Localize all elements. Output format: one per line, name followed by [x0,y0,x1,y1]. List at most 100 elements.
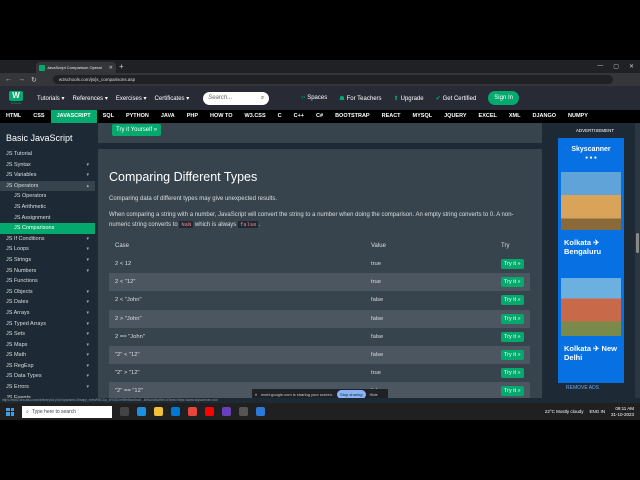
sidebar-item[interactable]: JS Loops ▾ [0,244,95,255]
teachers-link[interactable]: ☗ For Teachers [339,95,381,102]
back-icon[interactable]: ← [5,76,12,83]
task-view-icon[interactable] [120,407,129,416]
subject-w3-css[interactable]: W3.CSS [239,110,272,123]
sidebar-item[interactable]: JS Operators ▴ [0,180,95,192]
sidebar-item[interactable]: JS Variables ▾ [0,170,95,181]
minimize-icon[interactable]: — [597,63,603,70]
sidebar-item[interactable]: JS Objects ▾ [0,287,95,298]
sidebar-item[interactable]: JS Operators [0,191,95,202]
try-it-button[interactable]: Try it » [501,259,524,270]
language[interactable]: ENG IN [589,409,605,414]
sidebar-item[interactable]: JS Functions [0,276,95,287]
mail-icon[interactable] [171,407,180,416]
try-it-button[interactable]: Try it » [501,331,524,342]
app-icon[interactable] [222,407,231,416]
edge-icon[interactable] [137,407,146,416]
skyscanner-ad[interactable]: Skyscanner ● ● ● Kolkata ✈ Bengaluru Kol… [558,138,624,383]
subject-c-[interactable]: C++ [288,110,310,123]
subject-django[interactable]: DJANGO [527,110,563,123]
subject-bar: HTML CSS JAVASCRIPT SQL PYTHON JAVA PHP HOW TO W… [0,110,640,123]
chrome-icon[interactable] [188,407,197,416]
subject-react[interactable]: REACT [376,110,407,123]
upgrade-link[interactable]: ⬆ Upgrade [394,95,424,102]
taskbar-search[interactable]: ⌕ Type here to search [22,405,112,418]
menu-certificates[interactable]: Certificates ▾ [155,95,190,102]
try-cell: Try it » [495,309,530,328]
menu-references[interactable]: References ▾ [72,95,107,102]
sidebar-item[interactable]: JS Maps ▾ [0,340,95,351]
sidebar-item[interactable]: JS Data Types ▾ [0,371,95,382]
sidebar-item[interactable]: JS Arrays ▾ [0,308,95,319]
try-it-button[interactable]: Try it » [501,277,524,288]
subject-sql[interactable]: SQL [97,110,120,123]
sidebar-item[interactable]: JS Sets ▾ [0,329,95,340]
sidebar-item[interactable]: JS Dates ▾ [0,297,95,308]
spaces-link[interactable]: ‹› Spaces [301,95,327,102]
try-it-button[interactable]: Try it » [501,350,524,361]
youtube-icon[interactable] [205,407,214,416]
sidebar-item[interactable]: JS If Conditions ▾ [0,234,95,245]
close-tab-icon[interactable]: ✕ [109,65,113,71]
try-it-button[interactable]: Try it » [501,313,524,324]
subject-java[interactable]: JAVA [155,110,181,123]
clock-time: 09:11 AM [615,405,634,411]
scrollbar-thumb[interactable] [636,233,639,253]
subject-bootstrap[interactable]: BOOTSTRAP [329,110,376,123]
subject-mysql[interactable]: MYSQL [407,110,439,123]
sidebar-item[interactable]: JS RegExp ▾ [0,361,95,372]
sidebar-item[interactable]: JS Numbers ▾ [0,266,95,277]
page-scrollbar[interactable] [635,123,640,398]
try-it-button[interactable]: Try it » [501,295,524,306]
subject-excel[interactable]: EXCEL [473,110,503,123]
app2-icon[interactable] [239,407,248,416]
subject-html[interactable]: HTML [0,110,27,123]
search-icon[interactable]: ⌕ [261,95,264,102]
windows-start-icon[interactable] [4,406,16,418]
reload-icon[interactable]: ↻ [31,76,37,84]
new-tab-icon[interactable]: + [119,62,124,71]
forward-icon[interactable]: → [18,76,25,83]
sign-in-button[interactable]: Sign In [488,91,519,105]
sidebar-item[interactable]: JS Comparisons [0,223,95,234]
search-input[interactable]: Search... ⌕ [203,91,270,105]
subject-php[interactable]: PHP [181,110,204,123]
subject-css[interactable]: CSS [27,110,50,123]
try-it-button[interactable]: Try it » [501,386,524,397]
menu-exercises[interactable]: Exercises ▾ [116,95,147,102]
subject-javascript[interactable]: JAVASCRIPT [50,110,97,123]
try-it-button[interactable]: Try it » [501,368,524,379]
sidebar-item[interactable]: JS Errors ▾ [0,382,95,393]
certified-icon: ✔ [435,95,441,102]
sidebar-item[interactable]: JS Math ▾ [0,350,95,361]
subject-numpy[interactable]: NUMPY [562,110,594,123]
sidebar-item[interactable]: JS Strings ▾ [0,255,95,266]
para-c: . [258,222,261,228]
weather[interactable]: 22°C Mostly cloudy [545,409,584,414]
subject-c-[interactable]: C# [310,110,329,123]
file-explorer-icon[interactable] [154,407,163,416]
taskbar-apps [120,407,265,416]
sidebar-item[interactable]: JS Tutorial [0,149,95,160]
sidebar-item[interactable]: JS Syntax ▾ [0,160,95,171]
url-field[interactable]: w3schools.com/js/js_comparisons.asp [52,75,613,84]
clock[interactable]: 09:11 AM 31-10-2023 [611,406,634,418]
subject-jquery[interactable]: JQUERY [438,110,472,123]
ad-destination-2: Kolkata ✈ New Delhi [564,344,617,362]
certified-link[interactable]: ✔ Get Certified [436,95,477,102]
subject-c[interactable]: C [272,110,288,123]
subject-python[interactable]: PYTHON [120,110,155,123]
subject-xml[interactable]: XML [503,110,527,123]
vscode-icon[interactable] [256,407,265,416]
w3schools-logo[interactable]: W schools [7,90,25,106]
hide-button[interactable]: Hide [370,392,378,397]
sidebar-item[interactable]: JS Typed Arrays ▾ [0,319,95,330]
try-it-yourself-button[interactable]: Try it Yourself » [112,124,162,136]
sidebar-item[interactable]: JS Arithmetic [0,202,95,213]
menu-tutorials[interactable]: Tutorials ▾ [37,95,64,102]
subject-how-to[interactable]: HOW TO [204,110,239,123]
browser-tab[interactable]: JavaScript Comparison Operat ✕ [36,62,116,73]
close-window-icon[interactable]: ✕ [629,63,634,70]
maximize-icon[interactable]: ▢ [613,63,619,70]
remove-ads-link[interactable]: REMOVE ADS [566,385,599,391]
sidebar-item[interactable]: JS Assignment [0,213,95,224]
